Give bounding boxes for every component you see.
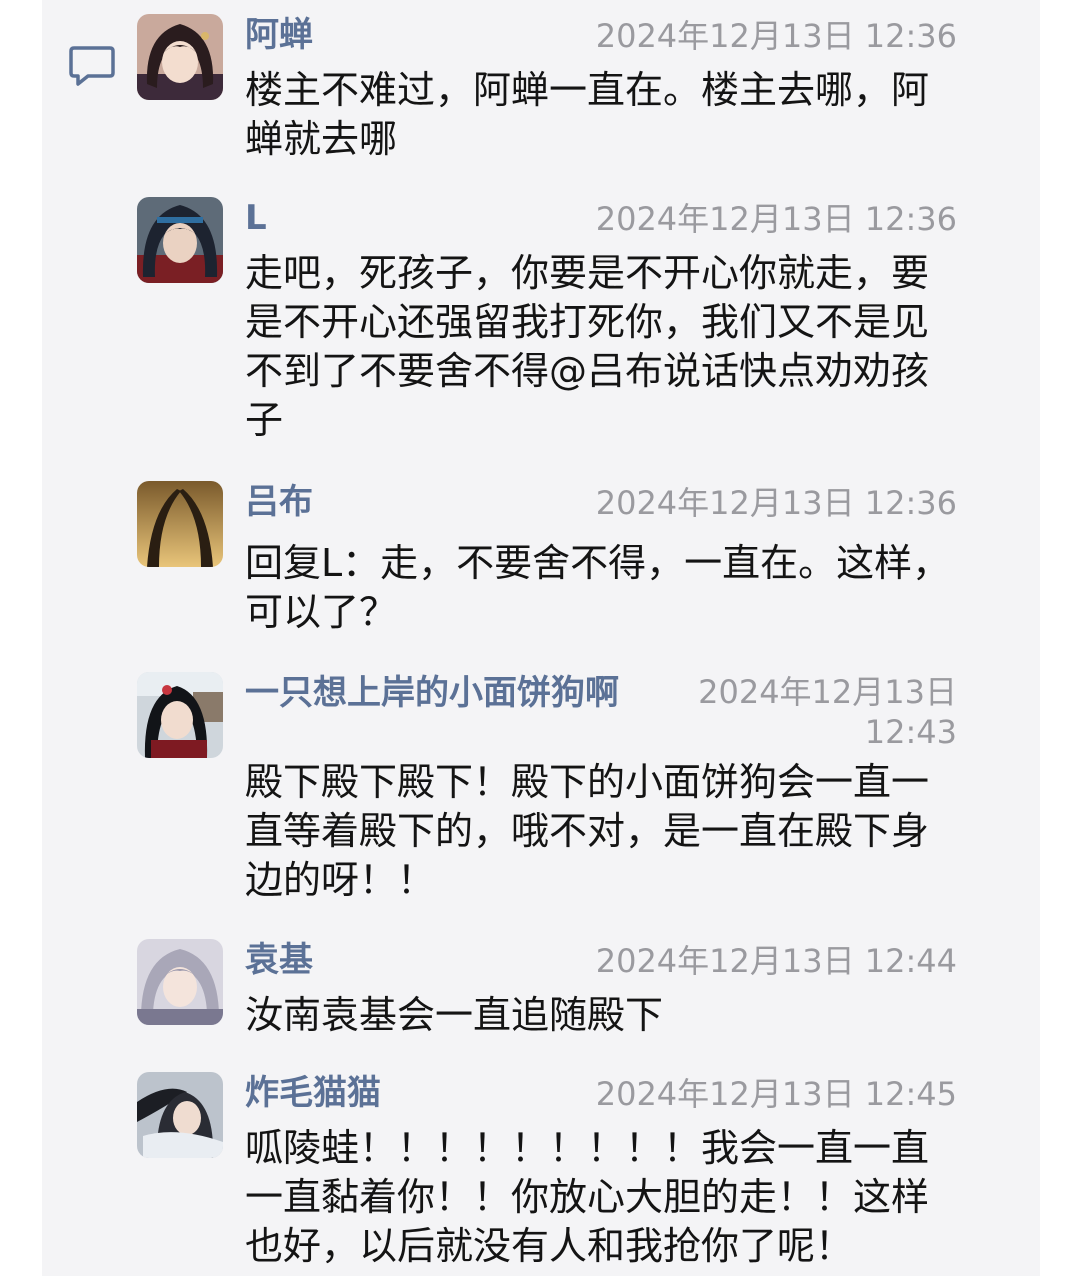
timestamp: 2024年12月13日 12:43 — [698, 673, 957, 751]
user-name[interactable]: 阿蝉 — [245, 14, 313, 56]
user-name[interactable]: 袁基 — [245, 939, 313, 981]
comment-item: 吕布 2024年12月13日 12:36 回复L：走，不要舍不得，一直在。这样，… — [137, 481, 967, 641]
comment-item: 一只想上岸的小面饼狗啊 2024年12月13日 12:43 殿下殿下殿下！殿下的… — [137, 672, 967, 907]
comment-text: 楼主不难过，阿蝉一直在。楼主去哪，阿蝉就去哪 — [245, 68, 930, 161]
comment-item: 袁基 2024年12月13日 12:44 汝南袁基会一直追随殿下 — [137, 939, 967, 1039]
timestamp: 2024年12月13日 12:36 — [595, 200, 957, 238]
user-name[interactable]: 吕布 — [245, 481, 313, 523]
comment-icon[interactable] — [68, 44, 116, 88]
avatar[interactable] — [137, 1072, 223, 1158]
avatar[interactable] — [137, 14, 223, 100]
comment-item: 炸毛猫猫 2024年12月13日 12:45 呱陵蛙！！！！！！！！！我会一直一… — [137, 1072, 967, 1276]
avatar[interactable] — [137, 939, 223, 1025]
user-name[interactable]: 一只想上岸的小面饼狗啊 — [245, 672, 619, 714]
comment-text: 回复L：走，不要舍不得，一直在。这样，可以了？ — [245, 541, 951, 634]
timestamp: 2024年12月13日 12:36 — [595, 484, 957, 522]
comment-item: L 2024年12月13日 12:36 走吧，死孩子，你要是不开心你就走，要是不… — [137, 197, 967, 447]
comment-text: 走吧，死孩子，你要是不开心你就走，要是不开心还强留我打死你，我们又不是见不到了不… — [245, 251, 930, 442]
comment-text: 殿下殿下殿下！殿下的小面饼狗会一直一直等着殿下的，哦不对，是一直在殿下身边的呀！… — [245, 760, 930, 902]
comment-text: 汝南袁基会一直追随殿下 — [245, 993, 664, 1037]
avatar[interactable] — [137, 197, 223, 283]
timestamp: 2024年12月13日 12:45 — [595, 1075, 957, 1113]
timestamp: 2024年12月13日 12:44 — [595, 942, 957, 980]
timestamp: 2024年12月13日 12:36 — [595, 17, 957, 55]
avatar[interactable] — [137, 481, 223, 567]
comment-text: 呱陵蛙！！！！！！！！！我会一直一直一直黏着你！！你放心大胆的走！！这样也好，以… — [245, 1126, 930, 1268]
user-name[interactable]: L — [245, 197, 267, 239]
avatar[interactable] — [137, 672, 223, 758]
user-name[interactable]: 炸毛猫猫 — [245, 1072, 381, 1114]
comment-item: 阿蝉 2024年12月13日 12:36 楼主不难过，阿蝉一直在。楼主去哪，阿蝉… — [137, 14, 967, 164]
